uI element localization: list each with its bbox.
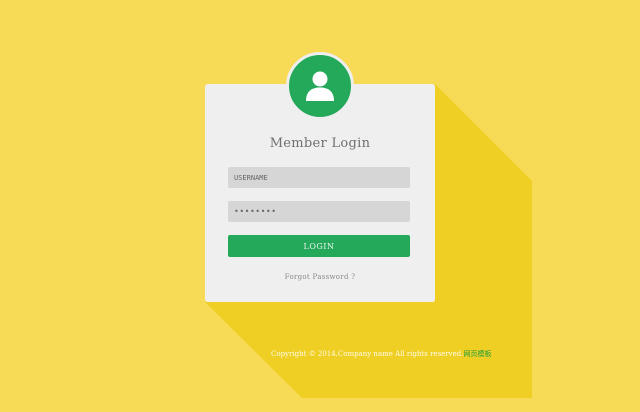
login-button[interactable]: LOGIN [228,235,410,257]
password-value: •••••••• [234,207,277,216]
copyright-text: Copyright © 2014.Company name All rights… [271,350,464,358]
footer: Copyright © 2014.Company name All rights… [271,349,491,359]
username-placeholder: USERNAME [234,173,268,182]
username-field[interactable]: USERNAME [228,167,410,188]
forgot-password-link[interactable]: Forgot Password ? [205,273,435,281]
avatar [286,52,354,120]
password-field[interactable]: •••••••• [228,201,410,222]
login-title: Member Login [269,136,371,151]
user-icon [306,71,334,101]
template-link[interactable]: 网页模板 [463,350,491,358]
